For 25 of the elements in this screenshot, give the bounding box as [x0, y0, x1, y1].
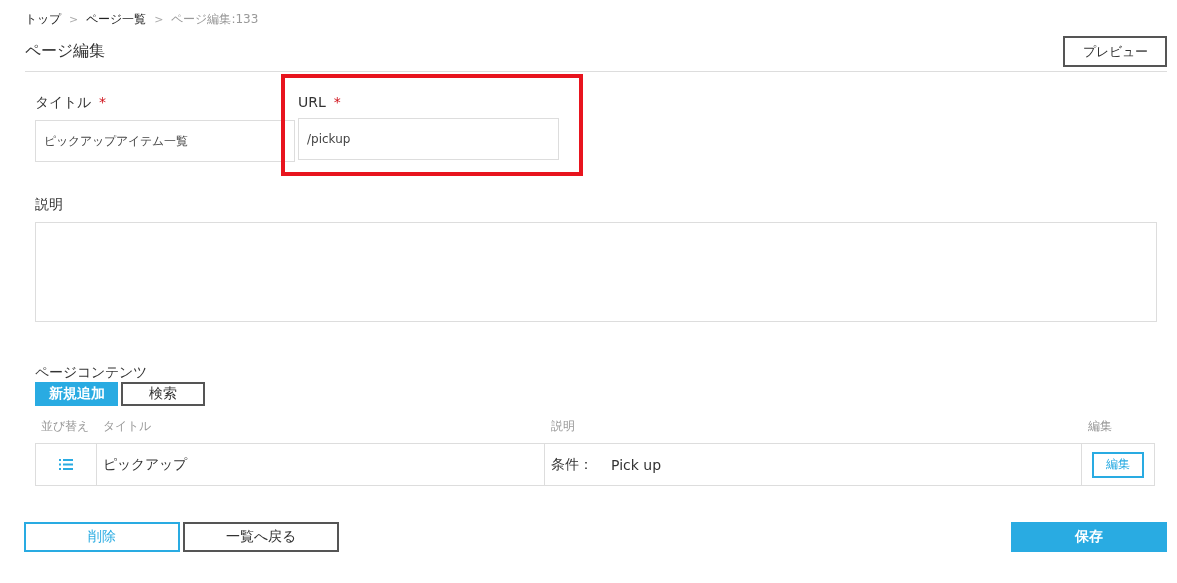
column-header: 説明	[550, 418, 576, 435]
condition-label: 条件：	[551, 455, 593, 474]
preview-button[interactable]: プレビュー	[1063, 36, 1167, 67]
search-button[interactable]: 検索	[121, 382, 205, 406]
column-header: 並び替え	[40, 418, 90, 435]
field-label: 説明	[35, 196, 64, 214]
column-header: 編集	[1087, 418, 1113, 435]
breadcrumb-separator: >	[154, 12, 164, 26]
field-label: タイトル *	[35, 94, 107, 112]
text-field[interactable]: ピックアップアイテム一覧	[35, 120, 295, 162]
breadcrumb-link[interactable]: ページ一覧	[86, 10, 147, 28]
breadcrumb-separator: >	[69, 12, 79, 26]
list-icon[interactable]	[59, 459, 73, 470]
condition-value: Pick up	[611, 456, 662, 473]
required-mark: *	[99, 94, 106, 112]
page-title: ページ編集	[25, 41, 105, 62]
back-button[interactable]: 一覧へ戻る	[183, 522, 339, 552]
table-cell: ピックアップ	[97, 443, 545, 486]
field-label: URL *	[298, 94, 342, 110]
section-title: ページコンテンツ	[35, 364, 148, 382]
breadcrumb-link[interactable]: トップ	[25, 10, 61, 28]
text-field[interactable]: /pickup	[298, 118, 559, 160]
column-header: タイトル	[102, 418, 152, 435]
required-mark: *	[333, 94, 341, 110]
description-field[interactable]	[35, 222, 1157, 322]
